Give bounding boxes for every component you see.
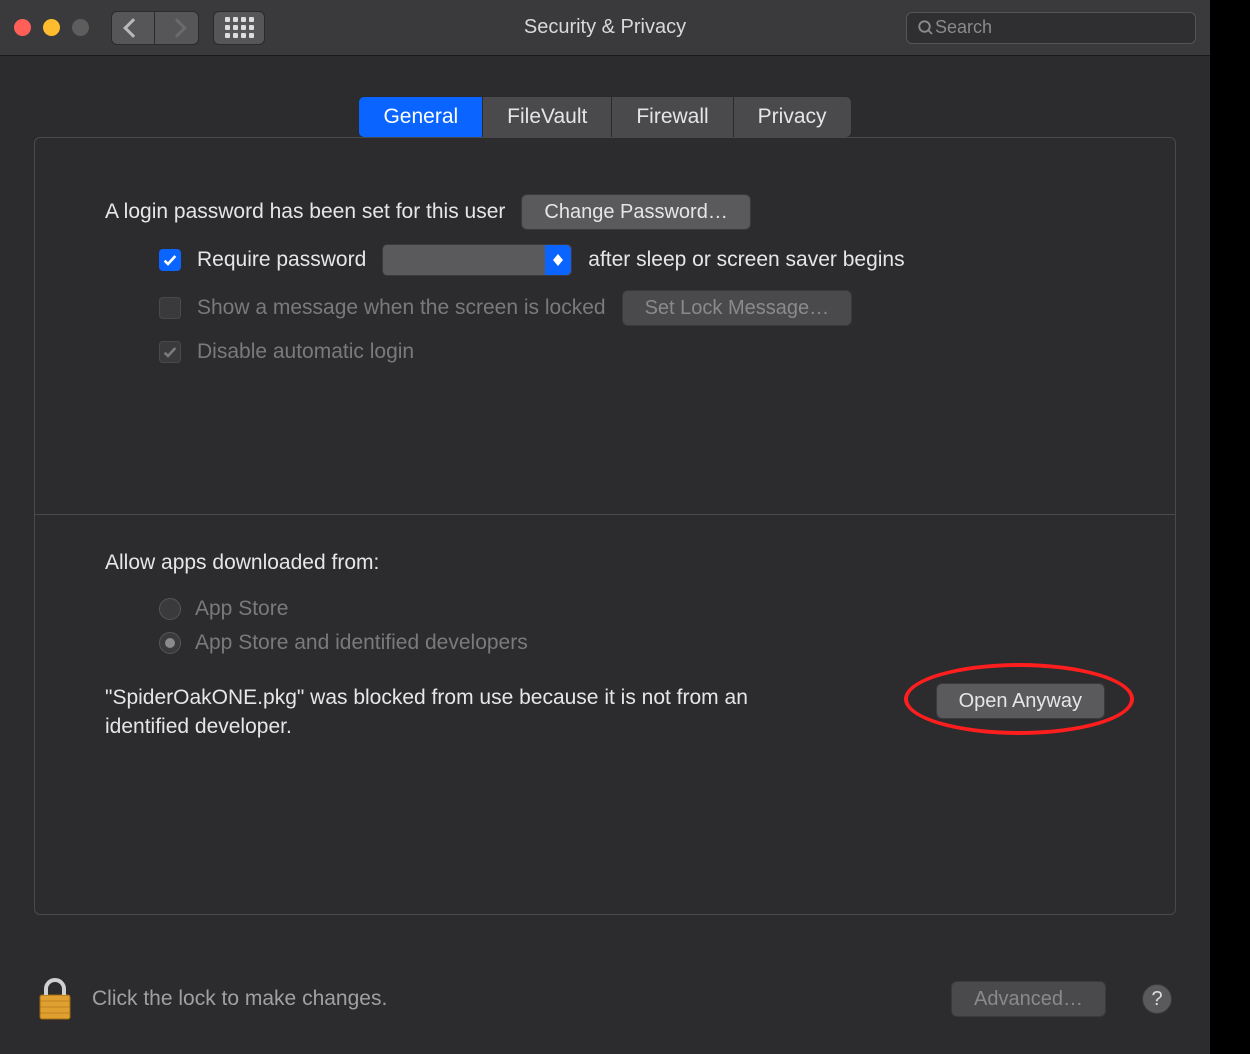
- tab-filevault[interactable]: FileVault: [482, 96, 611, 138]
- grid-icon: [225, 17, 254, 38]
- set-lock-message-button: Set Lock Message…: [622, 290, 853, 326]
- blocked-app-message: "SpiderOakONE.pkg" was blocked from use …: [105, 683, 835, 742]
- tab-firewall[interactable]: Firewall: [611, 96, 732, 138]
- require-password-delay-popup[interactable]: [382, 244, 572, 276]
- radio-identified-developers: [159, 632, 181, 654]
- change-password-button[interactable]: Change Password…: [521, 194, 750, 230]
- close-window-button[interactable]: [14, 19, 31, 36]
- help-button[interactable]: ?: [1142, 984, 1172, 1014]
- lock-icon[interactable]: [38, 977, 72, 1021]
- chevron-left-icon: [123, 18, 143, 38]
- tab-general[interactable]: General: [358, 96, 482, 138]
- after-sleep-label: after sleep or screen saver begins: [588, 248, 904, 272]
- content-area: General FileVault Firewall Privacy A log…: [0, 56, 1210, 915]
- search-icon: [917, 19, 935, 37]
- disable-auto-login-checkbox: [159, 341, 181, 363]
- advanced-button[interactable]: Advanced…: [951, 981, 1106, 1017]
- minimize-window-button[interactable]: [43, 19, 60, 36]
- footer: Click the lock to make changes. Advanced…: [0, 944, 1210, 1054]
- require-password-checkbox[interactable]: [159, 249, 181, 271]
- radio-app-store: [159, 598, 181, 620]
- radio-app-store-label: App Store: [195, 597, 288, 621]
- open-anyway-button[interactable]: Open Anyway: [936, 683, 1105, 719]
- radio-identified-developers-label: App Store and identified developers: [195, 631, 528, 655]
- popup-arrows-icon: [545, 245, 571, 275]
- zoom-window-button[interactable]: [72, 19, 89, 36]
- nav-buttons: [111, 11, 199, 45]
- show-message-label: Show a message when the screen is locked: [197, 296, 606, 320]
- divider: [35, 514, 1175, 515]
- search-field[interactable]: [906, 12, 1196, 44]
- show-all-button[interactable]: [213, 11, 265, 45]
- show-message-checkbox: [159, 297, 181, 319]
- login-password-label: A login password has been set for this u…: [105, 200, 505, 224]
- tab-bar: General FileVault Firewall Privacy: [34, 96, 1176, 138]
- window-controls: [14, 19, 89, 36]
- require-password-label: Require password: [197, 248, 366, 272]
- tab-privacy[interactable]: Privacy: [733, 96, 852, 138]
- titlebar: Security & Privacy: [0, 0, 1210, 56]
- chevron-right-icon: [167, 18, 187, 38]
- forward-button[interactable]: [155, 11, 199, 45]
- back-button[interactable]: [111, 11, 155, 45]
- system-preferences-window: Security & Privacy General FileVault Fir…: [0, 0, 1210, 1054]
- allow-apps-heading: Allow apps downloaded from:: [105, 551, 1105, 575]
- disable-auto-login-label: Disable automatic login: [197, 340, 414, 364]
- search-input[interactable]: [935, 17, 1185, 38]
- general-panel: A login password has been set for this u…: [34, 137, 1176, 915]
- lock-hint-text: Click the lock to make changes.: [92, 987, 387, 1011]
